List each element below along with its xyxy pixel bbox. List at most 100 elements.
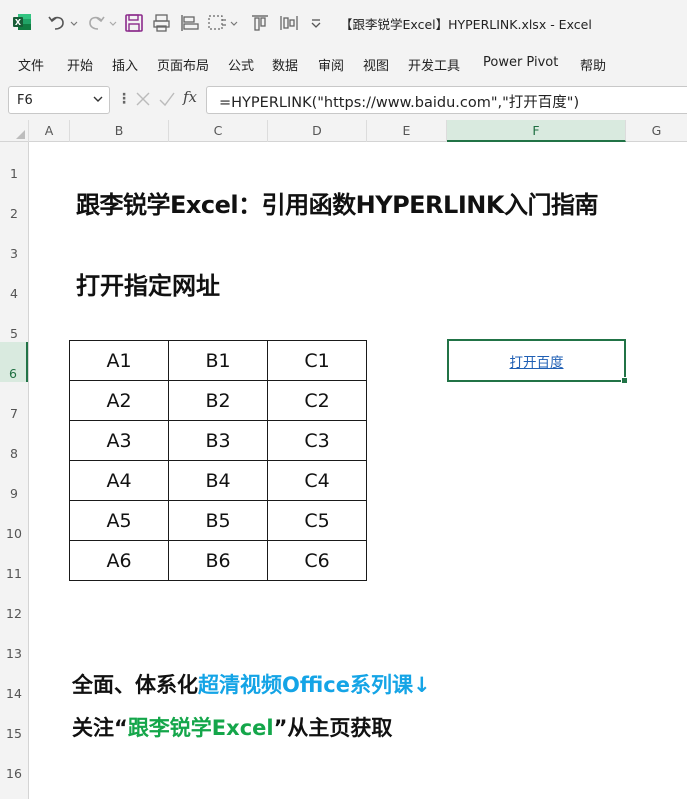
column-header-d[interactable]: D bbox=[268, 120, 367, 142]
row-header-15[interactable]: 15 bbox=[0, 702, 28, 742]
formula-input[interactable]: =HYPERLINK("https://www.baidu.com","打开百度… bbox=[206, 86, 687, 114]
column-headers: A B C D E F G bbox=[0, 120, 687, 142]
column-header-c[interactable]: C bbox=[169, 120, 268, 142]
undo-icon[interactable] bbox=[46, 12, 68, 34]
row-header-5[interactable]: 5 bbox=[0, 302, 28, 342]
table-row: A2 B2 C2 bbox=[69, 380, 367, 421]
redo-dropdown-icon[interactable] bbox=[108, 12, 118, 34]
more-options-icon[interactable]: ⋮ bbox=[117, 91, 131, 107]
table-cell[interactable]: B6 bbox=[168, 540, 268, 581]
table-row: A1 B1 C1 bbox=[69, 340, 367, 381]
fill-handle[interactable] bbox=[621, 377, 628, 384]
promo-course-highlight: 超清视频Office系列课↓ bbox=[198, 673, 431, 697]
align-left-icon[interactable] bbox=[178, 12, 200, 34]
distribute-icon[interactable] bbox=[278, 12, 300, 34]
undo-dropdown-icon[interactable] bbox=[69, 12, 79, 34]
row-header-4[interactable]: 4 bbox=[0, 262, 28, 302]
table-cell[interactable]: B2 bbox=[168, 380, 268, 421]
promo-line-1: 全面、体系化超清视频Office系列课↓ bbox=[72, 669, 431, 699]
tab-home[interactable]: 开始 bbox=[67, 55, 93, 74]
select-all-icon bbox=[16, 130, 25, 139]
cancel-icon[interactable] bbox=[134, 89, 152, 109]
hyperlink-cell-f6[interactable]: 打开百度 bbox=[447, 339, 626, 382]
row-header-8[interactable]: 8 bbox=[0, 422, 28, 462]
tab-insert[interactable]: 插入 bbox=[112, 55, 138, 74]
table-cell[interactable]: B4 bbox=[168, 460, 268, 501]
table-cell[interactable]: C4 bbox=[267, 460, 367, 501]
table-cell[interactable]: B5 bbox=[168, 500, 268, 541]
tab-review[interactable]: 审阅 bbox=[318, 55, 344, 74]
chevron-down-icon[interactable] bbox=[92, 92, 104, 106]
row-header-9[interactable]: 9 bbox=[0, 462, 28, 502]
enter-check-icon[interactable] bbox=[158, 89, 176, 109]
column-header-a[interactable]: A bbox=[29, 120, 70, 142]
tab-page-layout[interactable]: 页面布局 bbox=[157, 55, 209, 74]
table-row: A4 B4 C4 bbox=[69, 460, 367, 501]
formula-bar: F6 ⋮ fx =HYPERLINK("https://www.baidu.co… bbox=[0, 80, 687, 120]
table-cell[interactable]: C1 bbox=[267, 340, 367, 381]
tab-view[interactable]: 视图 bbox=[363, 55, 389, 74]
promo-line-2-suffix: ”从主页获取 bbox=[273, 716, 393, 740]
ribbon-tabs: 文件 开始 插入 页面布局 公式 数据 审阅 视图 开发工具 Power Piv… bbox=[0, 46, 687, 80]
select-icon[interactable] bbox=[206, 12, 228, 34]
align-top-icon[interactable] bbox=[249, 12, 271, 34]
row-headers: 1 2 3 4 5 6 7 8 9 10 11 12 13 14 15 16 bbox=[0, 142, 29, 799]
row-header-7[interactable]: 7 bbox=[0, 382, 28, 422]
promo-account-highlight: 跟李锐学Excel bbox=[127, 716, 274, 740]
table-cell[interactable]: C3 bbox=[267, 420, 367, 461]
row-header-3[interactable]: 3 bbox=[0, 222, 28, 262]
save-icon[interactable] bbox=[124, 12, 144, 34]
promo-line-2-prefix: 关注“ bbox=[72, 716, 128, 740]
tab-file[interactable]: 文件 bbox=[18, 55, 44, 74]
table-cell[interactable]: A2 bbox=[69, 380, 169, 421]
select-dropdown-icon[interactable] bbox=[229, 12, 239, 34]
excel-logo-icon: X bbox=[13, 14, 31, 30]
print-preview-icon[interactable] bbox=[152, 12, 172, 34]
table-cell[interactable]: A4 bbox=[69, 460, 169, 501]
sheet-subtitle: 打开指定网址 bbox=[76, 272, 220, 300]
table-cell[interactable]: B1 bbox=[168, 340, 268, 381]
column-header-e[interactable]: E bbox=[367, 120, 447, 142]
promo-line-1-text: 全面、体系化 bbox=[72, 673, 198, 697]
tab-data[interactable]: 数据 bbox=[272, 55, 298, 74]
select-all-button[interactable] bbox=[0, 120, 29, 142]
table-cell[interactable]: A5 bbox=[69, 500, 169, 541]
customize-icon[interactable] bbox=[309, 12, 323, 34]
hyperlink-open-baidu[interactable]: 打开百度 bbox=[510, 351, 564, 371]
column-header-g[interactable]: G bbox=[626, 120, 687, 142]
table-cell[interactable]: A1 bbox=[69, 340, 169, 381]
promo-line-2: 关注“跟李锐学Excel”从主页获取 bbox=[72, 712, 392, 742]
title-bar: X 【跟李锐学Excel】HYPERLINK.xlsx - Excel bbox=[0, 0, 687, 46]
table-row: A3 B3 C3 bbox=[69, 420, 367, 461]
table-cell[interactable]: C5 bbox=[267, 500, 367, 541]
table-cell[interactable]: C2 bbox=[267, 380, 367, 421]
tab-developer[interactable]: 开发工具 bbox=[408, 55, 460, 74]
table-row: A5 B5 C5 bbox=[69, 500, 367, 541]
row-header-1[interactable]: 1 bbox=[0, 142, 28, 182]
name-box[interactable]: F6 bbox=[8, 86, 110, 114]
row-header-16[interactable]: 16 bbox=[0, 742, 28, 782]
row-header-11[interactable]: 11 bbox=[0, 542, 28, 582]
tab-help[interactable]: 帮助 bbox=[580, 55, 606, 74]
row-header-14[interactable]: 14 bbox=[0, 662, 28, 702]
row-header-10[interactable]: 10 bbox=[0, 502, 28, 542]
window-title: 【跟李锐学Excel】HYPERLINK.xlsx - Excel bbox=[340, 17, 592, 32]
insert-function-icon[interactable]: fx bbox=[183, 88, 197, 106]
tab-power-pivot[interactable]: Power Pivot bbox=[483, 55, 558, 70]
svg-text:X: X bbox=[15, 18, 22, 27]
table-row: A6 B6 C6 bbox=[69, 540, 367, 581]
table-cell[interactable]: A6 bbox=[69, 540, 169, 581]
row-header-2[interactable]: 2 bbox=[0, 182, 28, 222]
redo-icon[interactable] bbox=[85, 12, 107, 34]
table-cell[interactable]: B3 bbox=[168, 420, 268, 461]
data-table: A1 B1 C1 A2 B2 C2 A3 B3 C3 A4 B4 C4 A5 B… bbox=[69, 340, 367, 581]
column-header-f[interactable]: F bbox=[447, 120, 626, 142]
tab-formulas[interactable]: 公式 bbox=[228, 55, 254, 74]
table-cell[interactable]: C6 bbox=[267, 540, 367, 581]
column-header-b[interactable]: B bbox=[70, 120, 169, 142]
row-header-12[interactable]: 12 bbox=[0, 582, 28, 622]
table-cell[interactable]: A3 bbox=[69, 420, 169, 461]
row-header-6[interactable]: 6 bbox=[0, 342, 28, 382]
row-header-13[interactable]: 13 bbox=[0, 622, 28, 662]
sheet-title: 跟李锐学Excel：引用函数HYPERLINK入门指南 bbox=[76, 191, 598, 219]
